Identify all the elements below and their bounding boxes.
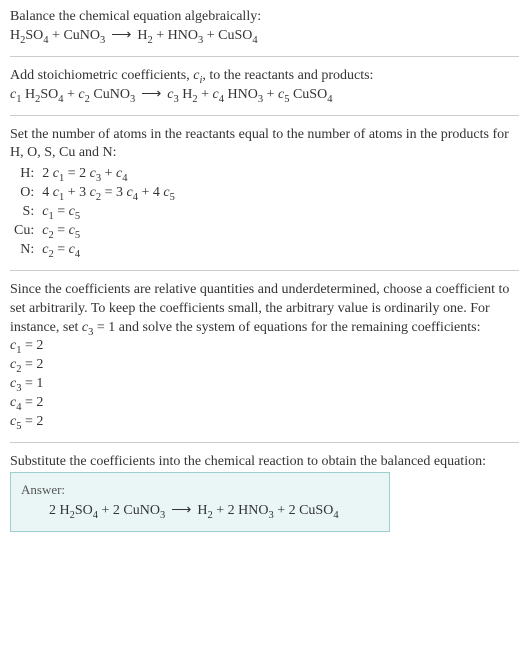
final-section: Substitute the coefficients into the che… [10, 453, 519, 532]
atoms-table: H:2 c1 = 2 c3 + c4O:4 c1 + 3 c2 = 3 c4 +… [10, 165, 179, 259]
plus: + [153, 28, 168, 43]
element-equation: c2 = c4 [38, 241, 179, 260]
answer-label: Answer: [21, 481, 379, 499]
element-equation: 4 c1 + 3 c2 = 3 c4 + 4 c5 [38, 184, 179, 203]
coefficient-result: c3 = 1 [10, 375, 519, 394]
element-label: H: [10, 165, 38, 184]
term: H [10, 28, 20, 43]
arrow-icon: ⟶ [105, 28, 137, 43]
term: H [21, 87, 35, 102]
term: + 2 CuNO [98, 503, 160, 518]
term: SO [40, 87, 58, 102]
term: HNO [168, 28, 198, 43]
term: CuNO [63, 28, 100, 43]
plus: + [198, 87, 213, 102]
term: + 2 HNO [213, 503, 269, 518]
term: H [137, 28, 147, 43]
element-label: S: [10, 203, 38, 222]
arrow-icon: ⟶ [135, 87, 167, 102]
choose-text: Since the coefficients are relative quan… [10, 281, 519, 338]
term: CuSO [289, 87, 327, 102]
stoich-text: Add stoichiometric coefficients, ci, to … [10, 67, 519, 86]
atoms-intro: Set the number of atoms in the reactants… [10, 126, 519, 164]
element-label: O: [10, 184, 38, 203]
divider [10, 115, 519, 116]
arrow-icon: ⟶ [165, 503, 197, 518]
choose-section: Since the coefficients are relative quan… [10, 281, 519, 432]
term: CuSO [218, 28, 252, 43]
divider [10, 270, 519, 271]
plus: + [49, 28, 64, 43]
divider [10, 56, 519, 57]
text: = 1 and solve the system of equations fo… [93, 320, 480, 335]
term: SO [75, 503, 93, 518]
final-intro: Substitute the coefficients into the che… [10, 453, 519, 472]
divider [10, 442, 519, 443]
term: H [179, 87, 193, 102]
coefficient-result: c5 = 2 [10, 413, 519, 432]
term: + 2 CuSO [274, 503, 334, 518]
unbalanced-equation: H2SO4 + CuNO3⟶H2 + HNO3 + CuSO4 [10, 27, 519, 46]
stoich-equation: c1 H2SO4 + c2 CuNO3⟶c3 H2 + c4 HNO3 + c5… [10, 86, 519, 105]
element-equation: c1 = c5 [38, 203, 179, 222]
coefficient-list: c1 = 2c2 = 2c3 = 1c4 = 2c5 = 2 [10, 337, 519, 431]
term: 2 H [49, 503, 70, 518]
sub: 4 [333, 510, 338, 521]
sub: 4 [327, 93, 332, 104]
element-equation: 2 c1 = 2 c3 + c4 [38, 165, 179, 184]
table-row: H:2 c1 = 2 c3 + c4 [10, 165, 179, 184]
element-equation: c2 = c5 [38, 222, 179, 241]
plus: + [203, 28, 218, 43]
balanced-equation: 2 H2SO4 + 2 CuNO3⟶H2 + 2 HNO3 + 2 CuSO4 [21, 502, 379, 521]
stoich-section: Add stoichiometric coefficients, ci, to … [10, 67, 519, 105]
table-row: Cu:c2 = c5 [10, 222, 179, 241]
coefficient-result: c1 = 2 [10, 337, 519, 356]
table-row: O:4 c1 + 3 c2 = 3 c4 + 4 c5 [10, 184, 179, 203]
balance-intro: Balance the chemical equation algebraica… [10, 8, 519, 46]
text: , to the reactants and products: [202, 68, 373, 83]
plus: + [263, 87, 278, 102]
plus: + [64, 87, 79, 102]
answer-box: Answer: 2 H2SO4 + 2 CuNO3⟶H2 + 2 HNO3 + … [10, 472, 390, 532]
atoms-section: Set the number of atoms in the reactants… [10, 126, 519, 260]
element-label: Cu: [10, 222, 38, 241]
term: HNO [224, 87, 258, 102]
sub: 4 [252, 35, 257, 46]
intro-text: Balance the chemical equation algebraica… [10, 8, 519, 27]
coefficient-result: c4 = 2 [10, 394, 519, 413]
term: SO [25, 28, 43, 43]
table-row: N:c2 = c4 [10, 241, 179, 260]
text: Add stoichiometric coefficients, [10, 68, 193, 83]
table-row: S:c1 = c5 [10, 203, 179, 222]
element-label: N: [10, 241, 38, 260]
term: CuNO [90, 87, 130, 102]
term: H [197, 503, 207, 518]
coefficient-result: c2 = 2 [10, 356, 519, 375]
